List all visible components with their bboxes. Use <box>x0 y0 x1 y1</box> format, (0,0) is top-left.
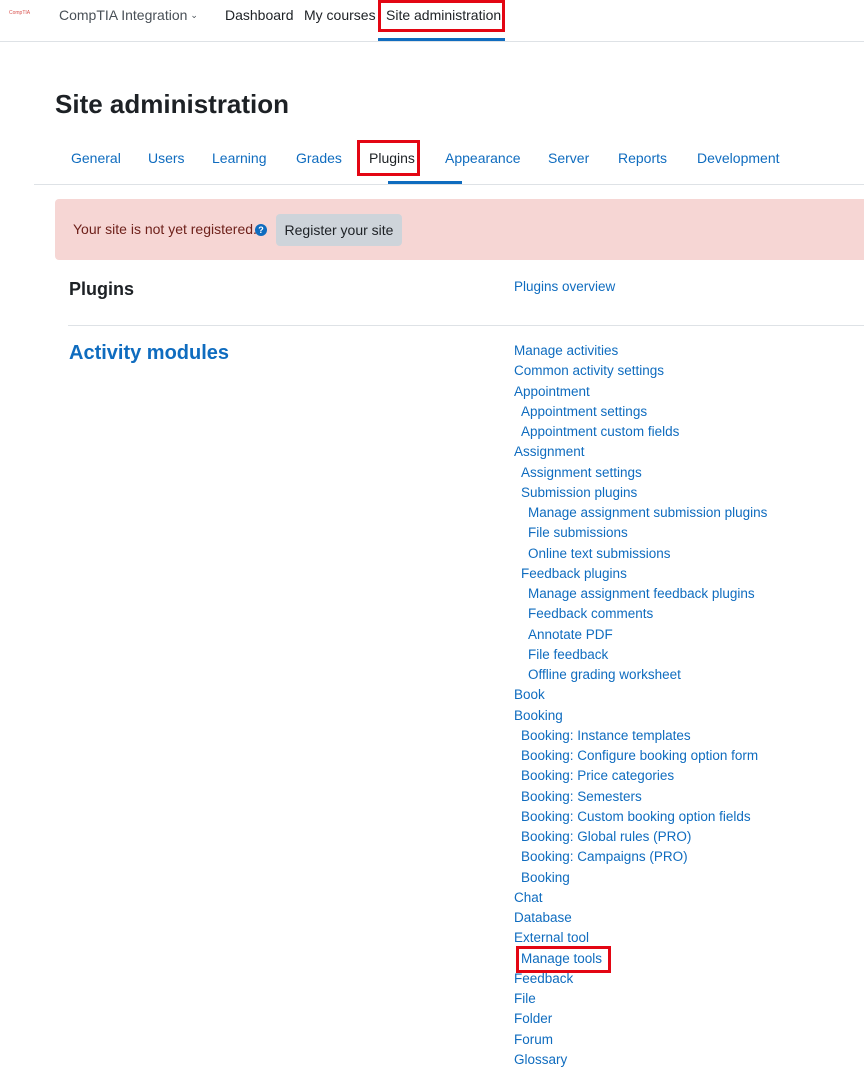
link-manage-submission-plugins[interactable]: Manage assignment submission plugins <box>514 504 767 524</box>
link-chat[interactable]: Chat <box>514 889 767 909</box>
tab-learning[interactable]: Learning <box>212 150 267 166</box>
link-assignment[interactable]: Assignment <box>514 443 767 463</box>
link-booking-instance-templates[interactable]: Booking: Instance templates <box>514 727 767 747</box>
activity-modules-links: Manage activities Common activity settin… <box>514 342 767 1071</box>
link-manage-feedback-plugins[interactable]: Manage assignment feedback plugins <box>514 585 767 605</box>
tab-reports[interactable]: Reports <box>618 150 667 166</box>
nav-my-courses[interactable]: My courses <box>304 7 376 23</box>
link-feedback-plugins[interactable]: Feedback plugins <box>514 565 767 585</box>
link-booking-settings[interactable]: Booking <box>514 869 767 889</box>
admin-tabs: General Users Learning Grades Plugins Ap… <box>34 138 864 185</box>
help-icon[interactable]: ? <box>255 224 267 236</box>
tab-appearance[interactable]: Appearance <box>445 150 521 166</box>
link-booking[interactable]: Booking <box>514 707 767 727</box>
site-name-label: CompTIA Integration <box>59 7 188 23</box>
link-forum[interactable]: Forum <box>514 1031 767 1051</box>
link-database[interactable]: Database <box>514 909 767 929</box>
link-glossary[interactable]: Glossary <box>514 1051 767 1071</box>
link-feedback[interactable]: Feedback <box>514 970 767 990</box>
activity-modules-heading[interactable]: Activity modules <box>69 342 229 365</box>
site-logo[interactable]: CompTIA <box>9 10 30 16</box>
alert-message: Your site is not yet registered. <box>73 221 257 237</box>
link-appointment-settings[interactable]: Appointment settings <box>514 403 767 423</box>
link-booking-global-rules[interactable]: Booking: Global rules (PRO) <box>514 828 767 848</box>
link-manage-tools[interactable]: Manage tools <box>514 950 767 970</box>
link-offline-grading-worksheet[interactable]: Offline grading worksheet <box>514 666 767 686</box>
nav-dashboard[interactable]: Dashboard <box>225 7 294 23</box>
link-book[interactable]: Book <box>514 686 767 706</box>
link-file-feedback[interactable]: File feedback <box>514 646 767 666</box>
registration-alert: Your site is not yet registered. ? Regis… <box>55 199 864 260</box>
section-divider <box>68 325 864 326</box>
link-online-text-submissions[interactable]: Online text submissions <box>514 545 767 565</box>
chevron-down-icon: ⌄ <box>190 10 198 20</box>
link-common-activity-settings[interactable]: Common activity settings <box>514 362 767 382</box>
tab-general[interactable]: General <box>71 150 121 166</box>
page-title: Site administration <box>55 89 290 119</box>
nav-site-administration[interactable]: Site administration <box>386 7 501 23</box>
link-feedback-comments[interactable]: Feedback comments <box>514 605 767 625</box>
register-site-button[interactable]: Register your site <box>276 214 402 246</box>
tab-plugins[interactable]: Plugins <box>369 150 415 166</box>
plugins-heading: Plugins <box>69 279 135 299</box>
link-file-submissions[interactable]: File submissions <box>514 524 767 544</box>
link-booking-campaigns[interactable]: Booking: Campaigns (PRO) <box>514 848 767 868</box>
link-assignment-settings[interactable]: Assignment settings <box>514 464 767 484</box>
link-appointment-custom-fields[interactable]: Appointment custom fields <box>514 423 767 443</box>
link-appointment[interactable]: Appointment <box>514 383 767 403</box>
tab-development[interactable]: Development <box>697 150 780 166</box>
link-submission-plugins[interactable]: Submission plugins <box>514 484 767 504</box>
plugins-overview-link[interactable]: Plugins overview <box>514 279 615 294</box>
tab-grades[interactable]: Grades <box>296 150 342 166</box>
link-annotate-pdf[interactable]: Annotate PDF <box>514 626 767 646</box>
link-manage-activities[interactable]: Manage activities <box>514 342 767 362</box>
tab-users[interactable]: Users <box>148 150 185 166</box>
link-external-tool[interactable]: External tool <box>514 929 767 949</box>
link-booking-configure-option-form[interactable]: Booking: Configure booking option form <box>514 747 767 767</box>
link-file[interactable]: File <box>514 990 767 1010</box>
tab-active-indicator <box>388 181 462 184</box>
tab-server[interactable]: Server <box>548 150 589 166</box>
site-name-dropdown[interactable]: CompTIA Integration ⌄ <box>59 7 198 23</box>
link-booking-price-categories[interactable]: Booking: Price categories <box>514 767 767 787</box>
top-navbar: CompTIA CompTIA Integration ⌄ Dashboard M… <box>0 0 864 42</box>
link-booking-semesters[interactable]: Booking: Semesters <box>514 788 767 808</box>
link-folder[interactable]: Folder <box>514 1010 767 1030</box>
nav-active-indicator <box>378 38 505 41</box>
link-booking-custom-option-fields[interactable]: Booking: Custom booking option fields <box>514 808 767 828</box>
